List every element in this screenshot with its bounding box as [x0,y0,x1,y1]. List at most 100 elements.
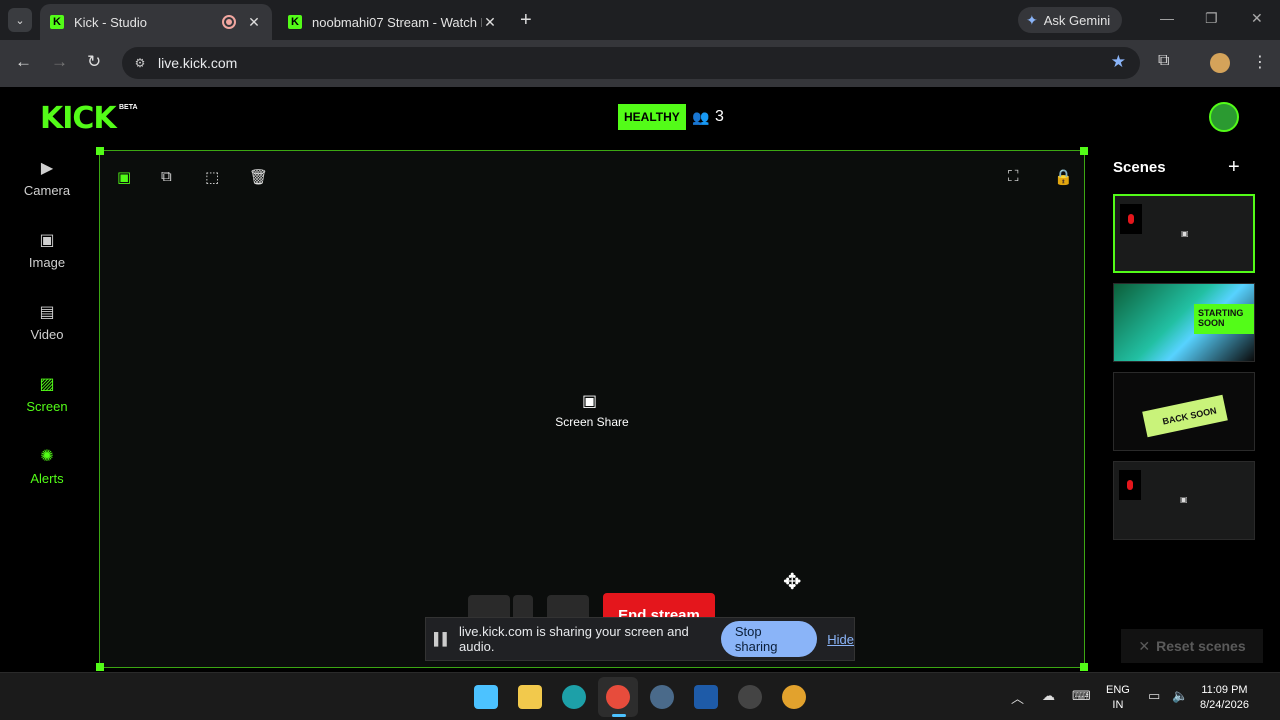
obs-icon[interactable] [738,685,762,709]
sidebar-item-label: Alerts [30,471,64,486]
kick-favicon-icon: K [50,15,64,29]
scenes-title: Scenes [1113,159,1166,176]
beta-badge: BETA [119,104,138,111]
tab-noobmahi-stream[interactable]: K noobmahi07 Stream - Watch Li ✕ [278,4,508,40]
recording-icon [222,15,236,29]
show-hidden-icons-icon[interactable]: ︿ [1011,688,1024,707]
stream-canvas[interactable]: ▣ ⧉ ⬚ 🗑 ⛶ 🔒 ▣ Screen Share ✥ End stream [96,147,1088,671]
volume-icon[interactable]: 🔈 [1172,688,1188,704]
chrome-profile-icon[interactable] [782,685,806,709]
muted-mic-icon [1120,204,1142,234]
video-icon: ▤ [39,304,55,321]
new-tab-button[interactable]: + [520,9,532,32]
kick-favicon-icon: K [288,15,302,29]
resize-handle[interactable] [1080,147,1088,155]
duplicate-icon[interactable]: ⧉ [161,168,172,185]
stream-health-badge: HEALTHY [618,104,686,130]
keyboard-icon[interactable]: ⌨ [1072,688,1091,704]
browser-tab-strip: ⌄ K Kick - Studio ✕ K noobmahi07 Stream … [0,0,1280,40]
browser-toolbar: ← → ↻ ⚙ live.kick.com ★ ⧉ ⋮ [0,40,1280,87]
image-icon: ▣ [39,232,55,249]
menu-icon[interactable]: ⋮ [1252,52,1268,72]
ask-gemini-label: Ask Gemini [1043,12,1111,28]
muted-mic-icon [1119,470,1141,500]
forward-icon[interactable]: → [51,52,68,72]
scene-thumbnail[interactable]: ▣ [1113,461,1255,540]
chrome-icon[interactable] [606,685,630,709]
url-text: live.kick.com [158,55,238,71]
restore-icon[interactable]: ❐ [1205,10,1218,27]
stop-sharing-button[interactable]: Stop sharing [720,621,818,657]
sidebar-item-screen[interactable]: ▨ Screen [0,376,94,415]
delete-icon[interactable]: 🗑 [249,168,268,186]
language-line: ENG [1106,684,1130,696]
bookmark-star-icon[interactable]: ★ [1111,52,1126,72]
tab-title: noobmahi07 Stream - Watch Li [312,14,482,30]
reset-scenes-label: Reset scenes [1156,638,1246,654]
resize-handle[interactable] [96,663,104,671]
viewers-icon: 👥 [692,109,710,125]
close-tab-icon[interactable]: ✕ [246,14,262,31]
fullscreen-icon[interactable]: ⛶ [1008,168,1019,185]
resize-handle[interactable] [1080,663,1088,671]
minimize-icon[interactable]: — [1160,10,1174,26]
screen-sharing-bar: ▌▌ live.kick.com is sharing your screen … [425,617,855,661]
viewer-count: 3 [715,108,724,125]
scene-thumbnail[interactable]: ▣ [1113,194,1255,273]
screen-share-label: Screen Share [555,415,629,429]
sharing-message: live.kick.com is sharing your screen and… [459,624,689,654]
profile-avatar[interactable] [1210,53,1230,73]
sidebar-item-label: Camera [23,183,71,198]
clock-time: 11:09 PM [1201,684,1248,696]
close-tab-icon[interactable]: ✕ [482,14,498,31]
windows-start-icon[interactable] [474,685,498,709]
pause-icon: ▌▌ [434,632,452,646]
close-icon: ✕ [1138,637,1151,654]
hide-link[interactable]: Hide [827,632,854,647]
back-icon[interactable]: ← [15,52,32,72]
close-icon[interactable]: ✕ [1251,10,1263,27]
ask-gemini-button[interactable]: ✦ Ask Gemini [1018,7,1122,33]
steam-icon[interactable] [650,685,674,709]
tab-title: Kick - Studio [74,14,147,30]
move-cursor-icon: ✥ [783,569,802,594]
sidebar-item-camera[interactable]: ▶ Camera [0,160,94,199]
scene-thumbnail[interactable]: STARTING SOON [1113,283,1255,362]
sidebar-item-alerts[interactable]: ✺ Alerts [0,448,94,487]
network-icon[interactable]: ▭ [1148,688,1160,704]
user-avatar[interactable] [1209,102,1239,132]
reset-scenes-button[interactable]: ✕ Reset scenes [1121,629,1263,663]
tab-kick-studio[interactable]: K Kick - Studio ✕ [40,4,272,40]
screen-share-icon: ▣ [1181,229,1189,238]
cast-screen-icon[interactable]: ▣ [117,168,131,186]
address-bar[interactable]: ⚙ live.kick.com ★ [122,47,1140,79]
file-explorer-icon[interactable] [518,685,542,709]
crop-icon[interactable]: ⬚ [205,168,219,186]
camera-icon: ▶ [40,160,54,177]
app-icon[interactable] [694,685,718,709]
extensions-icon[interactable]: ⧉ [1158,52,1169,70]
site-info-icon[interactable]: ⚙ [128,51,152,75]
kick-logo[interactable]: KICK [40,101,117,136]
language-indicator[interactable]: ENG IN [1106,683,1130,713]
sidebar-item-video[interactable]: ▤ Video [0,304,94,343]
resize-handle[interactable] [96,147,104,155]
screen-icon: ▨ [39,376,55,393]
scene-thumbnail[interactable]: BACK SOON [1113,372,1255,451]
lock-icon[interactable]: 🔒 [1054,168,1073,186]
reload-icon[interactable]: ↻ [87,52,101,72]
sidebar-item-image[interactable]: ▣ Image [0,232,94,271]
tab-search-button[interactable]: ⌄ [8,8,32,32]
region-line: IN [1112,699,1124,711]
sidebar-item-label: Image [28,255,66,270]
windows-taskbar: ︿ ☁ ⌨ ENG IN ▭ 🔈 11:09 PM 8/24/2026 [0,672,1280,720]
sidebar-item-label: Video [30,327,64,342]
add-scene-icon[interactable]: + [1228,156,1240,179]
onedrive-icon[interactable]: ☁ [1042,688,1055,704]
system-clock[interactable]: 11:09 PM 8/24/2026 [1200,683,1249,713]
edge-icon[interactable] [562,685,586,709]
active-indicator [612,714,626,717]
sidebar-item-label: Screen [26,399,68,414]
alerts-icon: ✺ [40,448,54,465]
clock-date: 8/24/2026 [1200,699,1249,711]
